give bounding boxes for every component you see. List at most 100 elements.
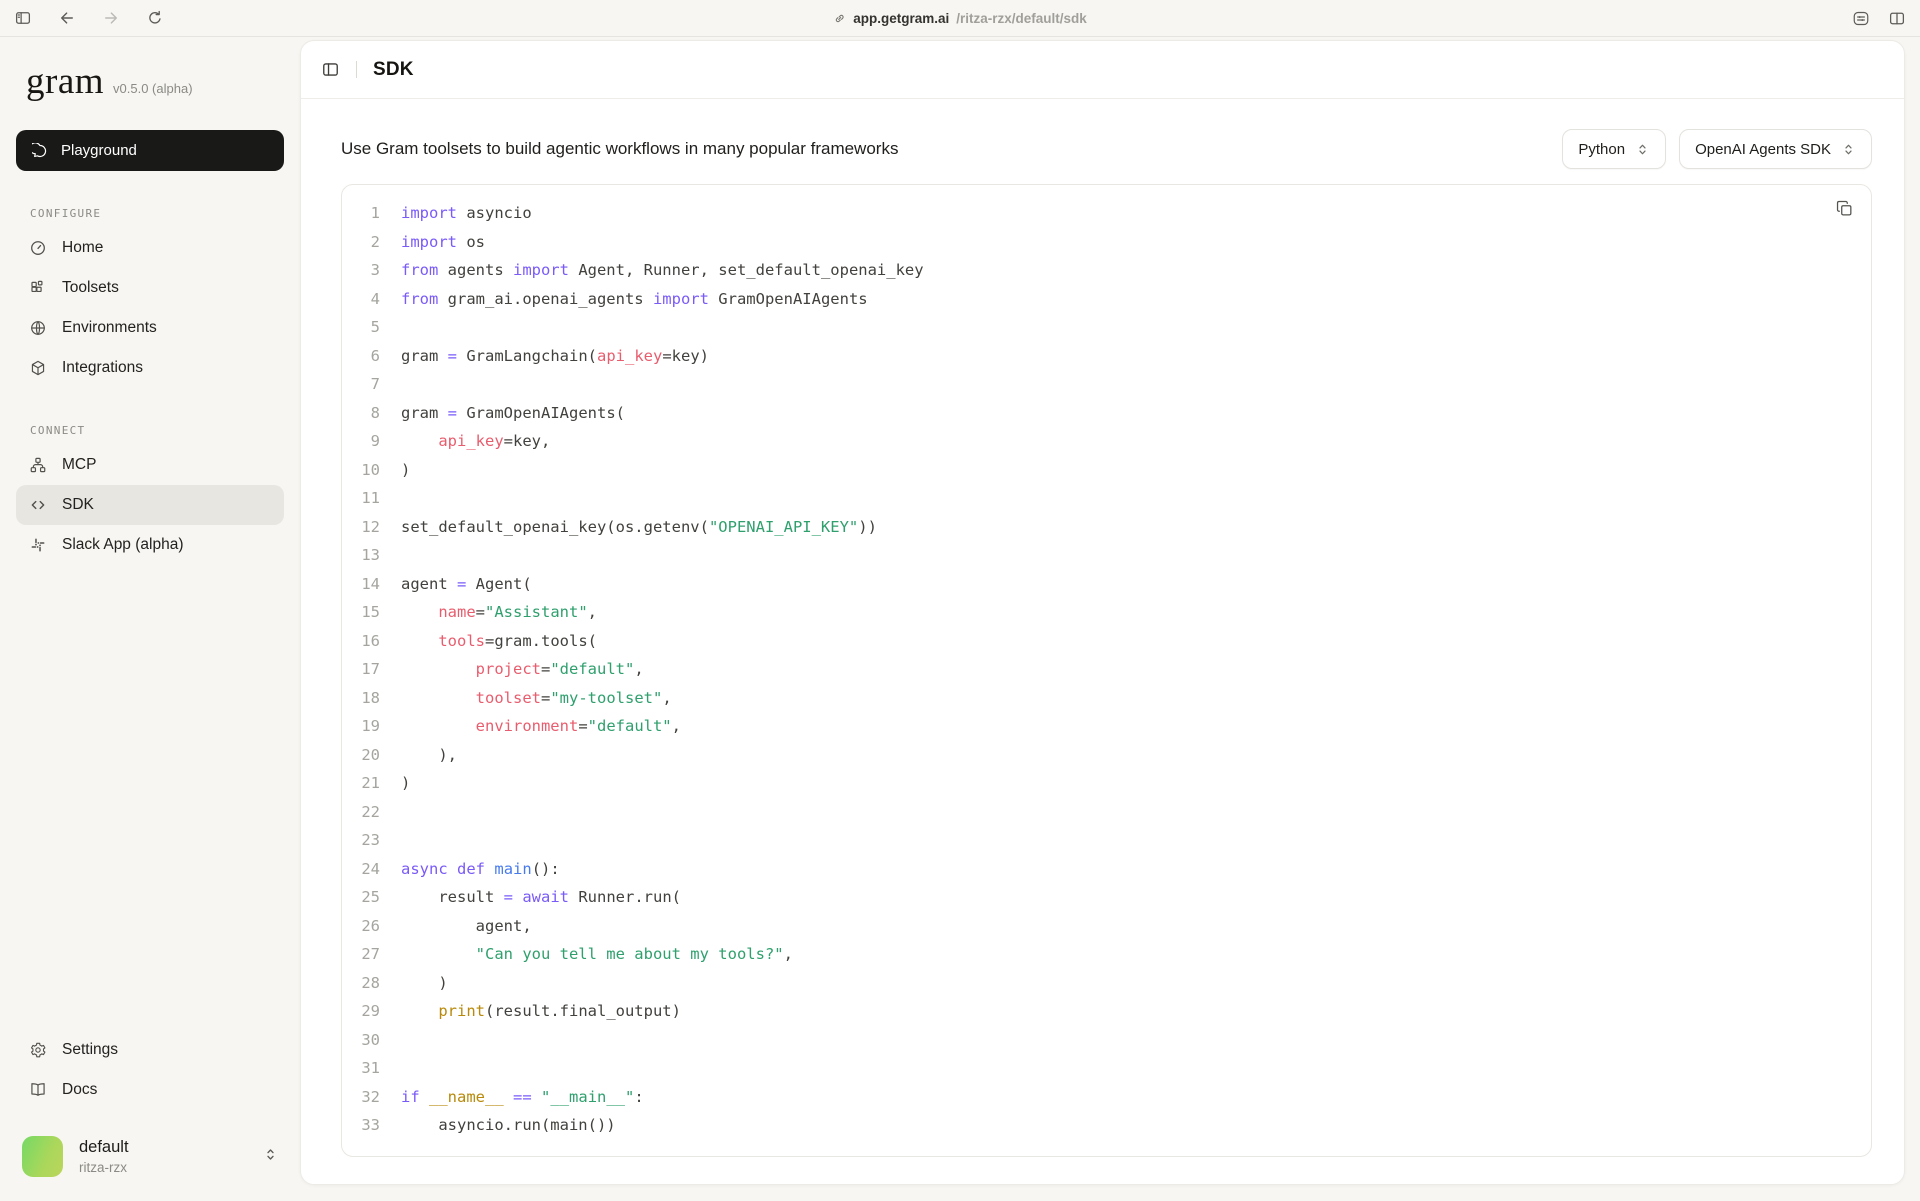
line-number: 13 — [342, 541, 380, 570]
line-number: 15 — [342, 598, 380, 627]
url-host: app.getgram.ai — [853, 11, 949, 26]
sidebar-item-label: Environments — [62, 319, 157, 337]
code-text: import asyncio — [380, 199, 532, 228]
sidebar-item-toolsets[interactable]: Toolsets — [16, 268, 284, 308]
line-number: 28 — [342, 969, 380, 998]
split-view-icon[interactable] — [1888, 9, 1906, 27]
code-text: gram = GramOpenAIAgents( — [380, 399, 625, 428]
project-selector[interactable]: default ritza-rzx — [16, 1136, 284, 1181]
sidebar-item-label: MCP — [62, 456, 96, 474]
line-number: 27 — [342, 940, 380, 969]
chevron-up-down-icon — [1841, 142, 1856, 157]
project-avatar — [22, 1136, 63, 1177]
code-text: ) — [380, 969, 448, 998]
sidebar-footer: Settings Docs — [16, 1030, 284, 1110]
code-line: 2import os — [342, 228, 1871, 257]
sidebar-item-label: Home — [62, 239, 103, 257]
code-line: 9 api_key=key, — [342, 427, 1871, 456]
line-number: 29 — [342, 997, 380, 1026]
book-icon — [29, 1081, 47, 1099]
sidebar: gram v0.5.0 (alpha) Playground CONFIGURE… — [0, 37, 300, 1201]
sidebar-item-mcp[interactable]: MCP — [16, 445, 284, 485]
logo-row: gram v0.5.0 (alpha) — [16, 63, 284, 100]
sidebar-item-label: Docs — [62, 1081, 97, 1099]
forward-icon[interactable] — [102, 9, 120, 27]
code-line: 21) — [342, 769, 1871, 798]
browser-sidebar-toggle-icon[interactable] — [14, 9, 32, 27]
code-text: name="Assistant", — [380, 598, 597, 627]
back-icon[interactable] — [58, 9, 76, 27]
line-number: 31 — [342, 1054, 380, 1083]
sidebar-item-label: Toolsets — [62, 279, 119, 297]
project-org: ritza-rzx — [79, 1160, 129, 1175]
code-text: tools=gram.tools( — [380, 627, 597, 656]
code-text: asyncio.run(main()) — [380, 1111, 616, 1140]
code-text: project="default", — [380, 655, 644, 684]
hierarchy-icon — [29, 456, 47, 474]
line-number: 14 — [342, 570, 380, 599]
line-number: 16 — [342, 627, 380, 656]
code-text — [380, 798, 410, 827]
language-select[interactable]: Python — [1562, 129, 1666, 169]
code-line: 28 ) — [342, 969, 1871, 998]
code-line: 14agent = Agent( — [342, 570, 1871, 599]
line-number: 30 — [342, 1026, 380, 1055]
playground-button[interactable]: Playground — [16, 130, 284, 171]
project-name: default — [79, 1138, 129, 1157]
sidebar-item-docs[interactable]: Docs — [16, 1070, 284, 1110]
sidebar-item-sdk[interactable]: SDK — [16, 485, 284, 525]
code-line: 12set_default_openai_key(os.getenv("OPEN… — [342, 513, 1871, 542]
line-number: 10 — [342, 456, 380, 485]
slack-icon — [29, 536, 47, 554]
code-line: 1import asyncio — [342, 199, 1871, 228]
sidebar-spacer — [16, 565, 284, 1030]
sidebar-item-slack-app-alpha[interactable]: Slack App (alpha) — [16, 525, 284, 565]
line-number: 23 — [342, 826, 380, 855]
line-number: 12 — [342, 513, 380, 542]
sidebar-item-home[interactable]: Home — [16, 228, 284, 268]
panel-toggle-icon[interactable] — [321, 60, 340, 79]
line-number: 1 — [342, 199, 380, 228]
code-line: 29 print(result.final_output) — [342, 997, 1871, 1026]
code-text — [380, 541, 410, 570]
url-bar[interactable]: app.getgram.ai/ritza-rzx/default/sdk — [833, 0, 1087, 36]
gram-logo: gram — [26, 63, 104, 100]
code-text: ) — [380, 456, 410, 485]
code-text: import os — [380, 228, 485, 257]
code-line: 5 — [342, 313, 1871, 342]
line-number: 8 — [342, 399, 380, 428]
sidebar-item-integrations[interactable]: Integrations — [16, 348, 284, 388]
line-number: 18 — [342, 684, 380, 713]
panel-header: SDK — [301, 41, 1904, 99]
line-number: 25 — [342, 883, 380, 912]
link-icon — [833, 12, 846, 25]
description-row: Use Gram toolsets to build agentic workf… — [341, 129, 1872, 169]
select-group: Python OpenAI Agents SDK — [1562, 129, 1872, 169]
code-text: set_default_openai_key(os.getenv("OPENAI… — [380, 513, 877, 542]
header-divider — [356, 61, 357, 78]
chevron-up-down-icon — [263, 1147, 278, 1167]
sidebar-item-settings[interactable]: Settings — [16, 1030, 284, 1070]
code-text: toolset="my-toolset", — [380, 684, 672, 713]
sidebar-item-environments[interactable]: Environments — [16, 308, 284, 348]
copy-icon[interactable] — [1835, 199, 1855, 219]
page-settings-icon[interactable] — [1852, 9, 1870, 27]
code-line: 16 tools=gram.tools( — [342, 627, 1871, 656]
line-number: 4 — [342, 285, 380, 314]
line-number: 33 — [342, 1111, 380, 1140]
line-number: 2 — [342, 228, 380, 257]
browser-toolbar: app.getgram.ai/ritza-rzx/default/sdk — [0, 0, 1920, 37]
code-line: 7 — [342, 370, 1871, 399]
code-text — [380, 1026, 410, 1055]
reload-icon[interactable] — [146, 9, 164, 27]
code-text: environment="default", — [380, 712, 681, 741]
code-line: 31 — [342, 1054, 1871, 1083]
code-text — [380, 1054, 410, 1083]
line-number: 32 — [342, 1083, 380, 1112]
app-shell: gram v0.5.0 (alpha) Playground CONFIGURE… — [0, 37, 1920, 1201]
sidebar-item-label: SDK — [62, 496, 94, 514]
code-line: 3from agents import Agent, Runner, set_d… — [342, 256, 1871, 285]
code-text: agent = Agent( — [380, 570, 532, 599]
framework-select[interactable]: OpenAI Agents SDK — [1679, 129, 1872, 169]
gear-icon — [29, 1041, 47, 1059]
